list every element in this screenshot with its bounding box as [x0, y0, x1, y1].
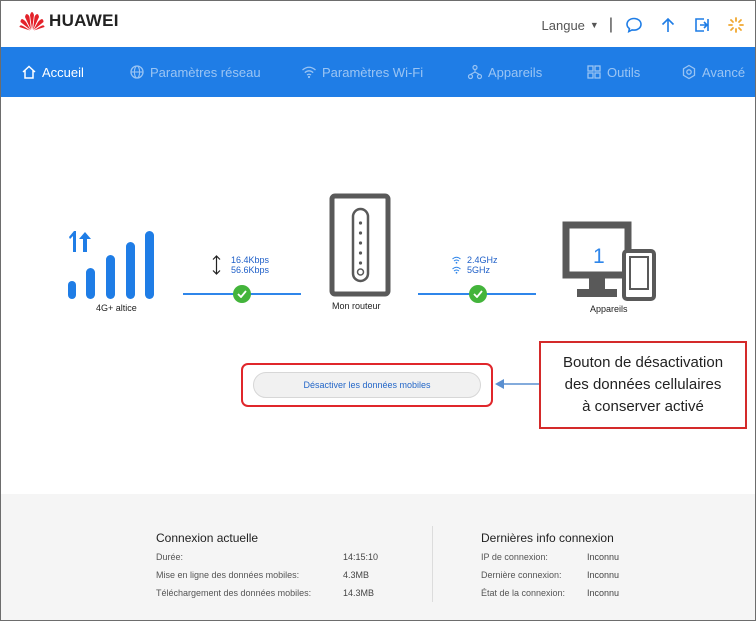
- upload-data-value: 4.3MB: [343, 570, 370, 580]
- connection-state-value: Inconnu: [587, 588, 620, 598]
- logout-icon[interactable]: [691, 14, 713, 36]
- last-connection-label: Dernière connexion:: [481, 570, 562, 580]
- nav-item-parametres-wifi[interactable]: Paramètres Wi-Fi: [301, 64, 423, 80]
- home-icon: [22, 65, 36, 79]
- upload-data-label: Mise en ligne des données mobiles:: [156, 570, 300, 580]
- nav-item-label: Paramètres réseau: [150, 64, 261, 80]
- wifi-band-24-icon: [452, 256, 461, 264]
- upload-arrow-icon: [212, 255, 221, 265]
- current-connection-title: Connexion actuelle: [156, 531, 259, 545]
- loading-icon: [725, 14, 747, 36]
- annotation-arrow: [495, 379, 540, 389]
- lan-ok-check-icon: [469, 285, 487, 303]
- last-connection-title: Dernières info connexion: [481, 531, 614, 545]
- nav-item-avance[interactable]: Avancé: [681, 64, 745, 80]
- router-label: Mon routeur: [332, 301, 381, 311]
- main-nav: Accueil Paramètres réseau Paramètres Wi-…: [1, 47, 755, 97]
- nav-item-accueil[interactable]: Accueil: [21, 64, 84, 80]
- nav-item-label: Accueil: [42, 64, 84, 80]
- router-admin-page: HUAWEI Langue ▼ | Accueil Paramètres rés…: [0, 0, 756, 621]
- callout-line-1: Bouton de désactivation: [562, 354, 724, 371]
- nav-item-appareils[interactable]: Appareils: [467, 64, 542, 80]
- router-icon: [329, 193, 391, 297]
- huawei-logo: HUAWEI: [19, 11, 119, 31]
- duration-value: 14:15:10: [343, 552, 379, 562]
- connection-info-panel: Connexion actuelle Durée: 14:15:10 Mise …: [1, 494, 755, 620]
- disable-mobile-data-button[interactable]: Désactiver les données mobiles: [253, 372, 481, 398]
- devices-monitor-icon[interactable]: [562, 221, 660, 305]
- devices-icon: [467, 64, 483, 80]
- huawei-flower-icon: [19, 12, 45, 31]
- connection-state-label: État de la connexion:: [481, 588, 566, 598]
- nav-item-label: Paramètres Wi-Fi: [322, 64, 424, 80]
- download-data-label: Téléchargement des données mobiles:: [156, 588, 312, 598]
- top-bar: HUAWEI Langue ▼ |: [1, 1, 755, 47]
- download-speed: 56.6Kbps: [231, 265, 270, 275]
- nav-item-parametres-reseau[interactable]: Paramètres réseau: [129, 64, 261, 80]
- nav-item-label: Avancé: [702, 64, 746, 80]
- wifi-icon: [302, 66, 316, 79]
- top-right-controls: Langue ▼ |: [542, 14, 747, 36]
- last-connection-value: Inconnu: [587, 570, 620, 580]
- globe-icon: [130, 65, 144, 79]
- chat-icon[interactable]: [623, 14, 645, 36]
- caret-down-icon: ▼: [589, 20, 599, 30]
- upload-speed: 16.4Kbps: [231, 255, 270, 265]
- network-operator-label: 4G+ altice: [96, 303, 137, 313]
- download-data-value: 14.3MB: [343, 588, 375, 598]
- callout-line-2: des données cellulaires: [564, 376, 722, 393]
- wifi-band-24: 2.4GHz: [467, 255, 498, 265]
- highlight-box: Désactiver les données mobiles: [241, 363, 493, 407]
- language-dropdown[interactable]: Langue ▼: [542, 18, 599, 33]
- callout-line-3: à conserver activé: [582, 398, 704, 415]
- wan-ok-check-icon: [233, 285, 251, 303]
- connection-ip-label: IP de connexion:: [481, 552, 548, 562]
- devices-count: 1: [593, 245, 605, 268]
- duration-label: Durée:: [156, 552, 184, 562]
- grid-icon: [587, 65, 601, 79]
- nav-item-label: Appareils: [488, 64, 543, 80]
- info-divider: [432, 526, 433, 602]
- download-arrow-icon: [212, 265, 221, 275]
- wifi-band-5: 5GHz: [467, 265, 491, 275]
- nav-item-outils[interactable]: Outils: [586, 64, 640, 80]
- annotation-callout: Bouton de désactivation des données cell…: [539, 341, 747, 429]
- gear-icon: [682, 64, 696, 80]
- devices-label: Appareils: [590, 304, 628, 314]
- brand-name: HUAWEI: [49, 11, 119, 30]
- signal-strength-icon: [68, 231, 154, 299]
- nav-item-label: Outils: [607, 64, 641, 80]
- arrow-up-icon[interactable]: [657, 14, 679, 36]
- separator: |: [608, 16, 613, 33]
- language-label: Langue: [541, 17, 585, 33]
- connection-ip-value: Inconnu: [587, 552, 620, 562]
- wifi-band-5-icon: [452, 266, 461, 274]
